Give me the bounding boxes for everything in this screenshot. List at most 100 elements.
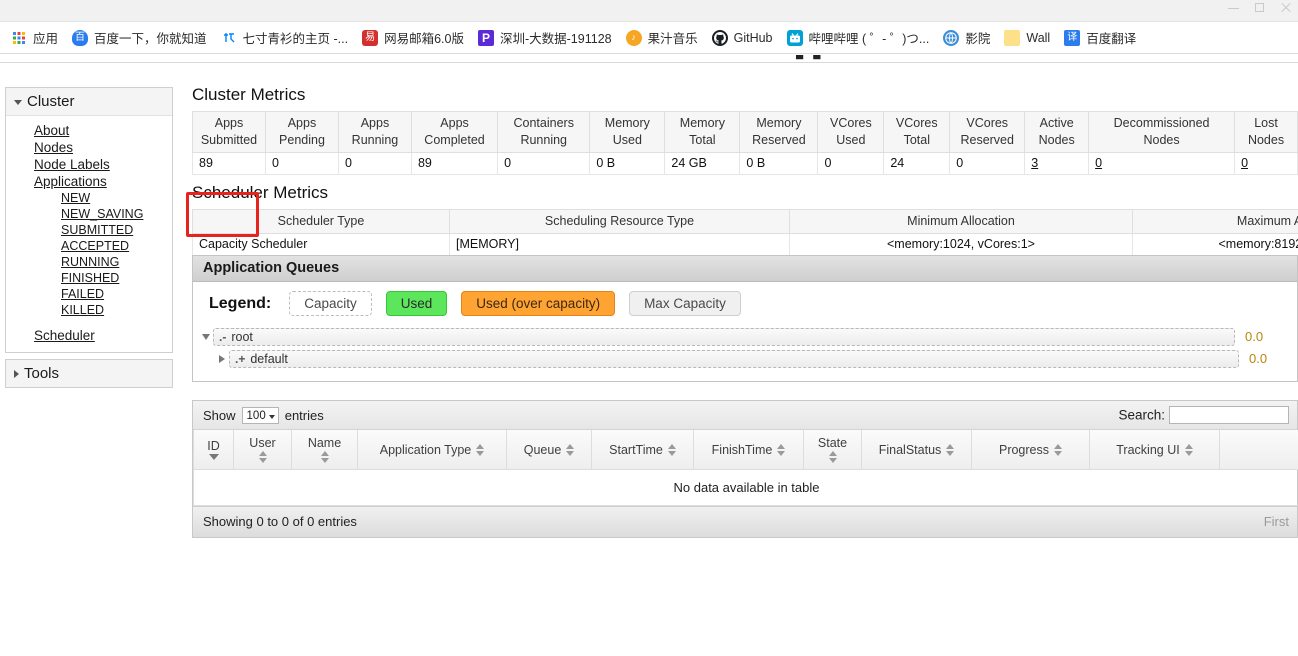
bookmark-bilibili[interactable]: 哔哩哔哩 ( ゜- ゜)つ... [780, 26, 937, 50]
sidebar-section-tools[interactable]: Tools [6, 360, 172, 387]
val-active-nodes[interactable]: 3 [1024, 152, 1090, 175]
col-apps-pending: Apps Pending [265, 111, 339, 153]
page-length-select[interactable]: 100 [241, 406, 279, 424]
bookmark-label: 影院 [965, 32, 991, 46]
sort-desc-icon [208, 454, 219, 461]
val-decommissioned-nodes[interactable]: 0 [1088, 152, 1236, 175]
sidebar-item-accepted[interactable]: ACCEPTED [6, 238, 172, 254]
sidebar-item-about[interactable]: About [6, 122, 172, 139]
val-containers-running: 0 [497, 152, 591, 175]
queue-expand-toggle-default[interactable] [215, 354, 229, 363]
col-finishtime[interactable]: FinishTime [693, 430, 804, 471]
applications-header-row: ID User Name Application Type Queue Star… [193, 430, 1298, 471]
col-name[interactable]: Name [291, 430, 358, 471]
sort-both-icon [828, 451, 837, 464]
netease-mail-icon: 易 [362, 29, 379, 46]
sidebar-item-node-labels[interactable]: Node Labels [6, 156, 172, 173]
legend-label: Legend: [209, 294, 272, 312]
col-apps-submitted: Apps Submitted [192, 111, 266, 153]
bookmark-shenzhen-bigdata[interactable]: P 深圳-大数据-191128 [471, 26, 619, 50]
bookmark-guozhi-music[interactable]: ♪ 果汁音乐 [619, 26, 705, 50]
queue-name: default [250, 351, 288, 366]
val-apps-pending: 0 [265, 152, 339, 175]
queue-sign: .+ [235, 351, 246, 366]
sidebar-item-new[interactable]: NEW [6, 190, 172, 206]
val-apps-running: 0 [338, 152, 412, 175]
col-queue[interactable]: Queue [506, 430, 592, 471]
datatable-toolbar: Show 100 entries Search: [193, 401, 1297, 430]
sidebar-item-submitted[interactable]: SUBMITTED [6, 222, 172, 238]
sidebar-cluster-links: About Nodes Node Labels Applications NEW… [6, 116, 172, 352]
sidebar-item-nodes[interactable]: Nodes [6, 139, 172, 156]
table-info: Showing 0 to 0 of 0 entries [203, 514, 357, 530]
queue-row-root[interactable]: .- root 0.0 [193, 327, 1297, 346]
sidebar-section-cluster[interactable]: Cluster [6, 88, 172, 116]
translate-icon: 译 [1064, 29, 1081, 46]
col-starttime[interactable]: StartTime [591, 430, 694, 471]
scheduler-metrics-table: Scheduler Type Scheduling Resource Type … [192, 208, 1298, 256]
val-lost-nodes[interactable]: 0 [1234, 152, 1298, 175]
sort-both-icon [667, 443, 676, 456]
col-state[interactable]: State [803, 430, 862, 471]
applications-table: ID User Name Application Type Queue Star… [193, 430, 1298, 507]
scheduler-metrics-value-row: Capacity Scheduler [MEMORY] <memory:1024… [192, 233, 1298, 256]
sidebar-item-running[interactable]: RUNNING [6, 254, 172, 270]
col-minimum-allocation: Minimum Allocation [789, 208, 1133, 234]
sort-both-icon [946, 443, 955, 456]
cluster-metrics-header-row: Apps Submitted Apps Pending Apps Running Ap… [192, 111, 1298, 153]
col-scheduling-resource-type: Scheduling Resource Type [449, 208, 790, 234]
window-controls[interactable] [1228, 2, 1292, 14]
col-tracking-ui[interactable]: Tracking UI [1089, 430, 1220, 471]
pagination-first[interactable]: First [1264, 514, 1289, 529]
sidebar-item-killed[interactable]: KILLED [6, 302, 172, 318]
queue-bar-default[interactable]: .+ default [229, 349, 1239, 368]
legend-chip-used: Used [385, 291, 448, 316]
col-finalstatus[interactable]: FinalStatus [861, 430, 972, 471]
applications-datatable: Show 100 entries Search: ID User Name Ap… [192, 400, 1298, 539]
queue-legend: Legend: Capacity Used Used (over capacit… [193, 282, 1297, 325]
chevron-down-icon [14, 99, 22, 105]
sort-both-icon [777, 443, 786, 456]
queue-row-default[interactable]: .+ default 0.0 [193, 349, 1297, 368]
col-progress[interactable]: Progress [971, 430, 1090, 471]
col-apps-running: Apps Running [338, 111, 412, 153]
bookmark-apps[interactable]: 应用 [4, 26, 65, 50]
application-queues-title: Application Queues [193, 256, 1297, 282]
bookmark-wall[interactable]: Wall [997, 26, 1057, 50]
col-id[interactable]: ID [193, 430, 234, 471]
val-minimum-allocation: <memory:1024, vCores:1> [789, 233, 1133, 256]
sidebar-item-new-saving[interactable]: NEW_SAVING [6, 206, 172, 222]
chevron-down-icon [268, 414, 275, 419]
minimize-button[interactable] [1228, 2, 1240, 14]
bookmark-zhihu[interactable]: 七寸青衫的主页 -... [214, 26, 356, 50]
val-vcores-reserved: 0 [949, 152, 1026, 175]
apps-grid-icon [11, 30, 27, 46]
sidebar-item-finished[interactable]: FINISHED [6, 270, 172, 286]
queue-bar-root[interactable]: .- root [213, 327, 1235, 346]
sort-both-icon [1054, 443, 1063, 456]
bookmark-github[interactable]: GitHub [705, 26, 780, 50]
col-vcores-reserved: VCores Reserved [949, 111, 1026, 153]
col-scheduler-type: Scheduler Type [192, 208, 450, 234]
sidebar-item-scheduler[interactable]: Scheduler [6, 327, 172, 344]
search-control: Search: [1118, 406, 1289, 424]
val-apps-submitted: 89 [192, 152, 266, 175]
queue-expand-toggle-root[interactable] [199, 333, 213, 340]
maximize-button[interactable] [1254, 2, 1266, 14]
col-maximum-allocation: Maximum Allocation [1132, 208, 1298, 234]
sidebar-item-failed[interactable]: FAILED [6, 286, 172, 302]
bookmark-label: 百度一下，你就知道 [94, 32, 207, 46]
bookmark-baidu-translate[interactable]: 译 百度翻译 [1057, 26, 1143, 50]
col-application-type[interactable]: Application Type [357, 430, 507, 471]
empty-message: No data available in table [193, 469, 1298, 507]
bookmark-netease-mail[interactable]: 易 网易邮箱6.0版 [355, 26, 471, 50]
bookmark-baidu[interactable]: 百 百度一下，你就知道 [65, 26, 214, 50]
col-user[interactable]: User [233, 430, 292, 471]
close-button[interactable] [1280, 2, 1292, 14]
bookmark-cinema[interactable]: 影院 [936, 26, 997, 50]
table-row-empty: No data available in table [193, 469, 1298, 507]
search-input[interactable] [1169, 406, 1289, 424]
col-vcores-total: VCores Total [883, 111, 951, 153]
sidebar-item-applications[interactable]: Applications [6, 173, 172, 190]
clipped-page-header: ■ ■ [0, 55, 1298, 69]
